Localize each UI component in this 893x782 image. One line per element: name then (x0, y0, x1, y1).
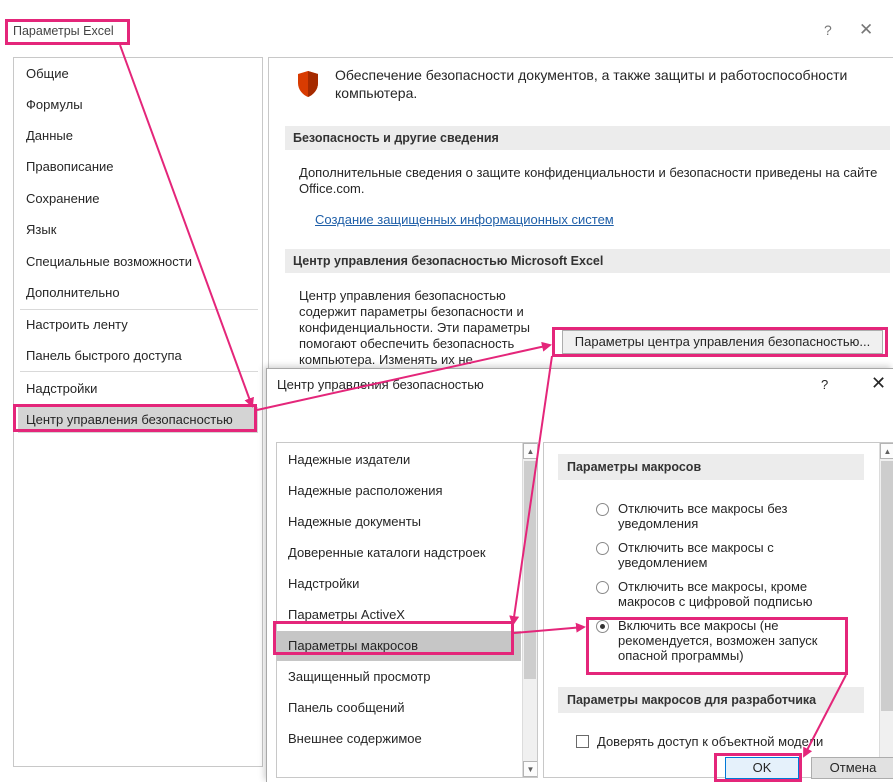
help-button[interactable]: ? (824, 22, 832, 38)
tc-nav-trusted-documents[interactable]: Надежные документы (277, 507, 521, 537)
tc-nav-trusted-catalogs[interactable]: Доверенные каталоги надстроек (277, 538, 521, 568)
section-trust-center: Центр управления безопасностью Microsoft… (285, 249, 890, 273)
scroll-thumb[interactable] (881, 461, 893, 711)
secure-systems-link[interactable]: Создание защищенных информационных систе… (315, 212, 614, 227)
trust-center-nav: Надежные издатели Надежные расположения … (276, 442, 538, 778)
nav-separator (20, 371, 258, 372)
tc-nav-external-content[interactable]: Внешнее содержимое (277, 724, 521, 754)
trust-center-content: Параметры макросов Отключить все макросы… (543, 442, 893, 778)
close-button[interactable]: ✕ (859, 20, 873, 40)
cancel-button[interactable]: Отмена (811, 757, 893, 779)
nav-scrollbar[interactable]: ▲ ▼ (522, 443, 537, 777)
nav-item-general[interactable]: Общие (14, 61, 262, 87)
developer-macro-section: Параметры макросов для разработчика (558, 687, 864, 713)
scroll-down-icon[interactable]: ▼ (523, 761, 537, 777)
radio-button[interactable] (596, 542, 609, 555)
tc-nav-trusted-publishers[interactable]: Надежные издатели (277, 445, 521, 475)
tc-nav-trusted-locations[interactable]: Надежные расположения (277, 476, 521, 506)
ok-button[interactable]: OK (725, 757, 799, 779)
nav-item-data[interactable]: Данные (14, 123, 262, 149)
nav-separator (20, 309, 258, 310)
nav-item-customize-ribbon[interactable]: Настроить ленту (14, 312, 262, 338)
nav-item-trust-center[interactable]: Центр управления безопасностью (18, 407, 258, 433)
macro-option-disable-notify[interactable]: Отключить все макросы с уведомлением (596, 540, 854, 572)
security-info-text: Дополнительные сведения о защите конфиде… (299, 165, 878, 196)
trust-center-title: Центр управления безопасностью (277, 377, 484, 392)
macro-option-enable-all[interactable]: Включить все макросы (не рекомендуется, … (596, 618, 854, 666)
trust-center-close-button[interactable]: ✕ (871, 373, 886, 394)
nav-item-proofing[interactable]: Правописание (14, 154, 262, 180)
content-scrollbar[interactable]: ▲ ▼ (879, 443, 893, 777)
trust-center-settings-button[interactable]: Параметры центра управления безопасность… (562, 330, 883, 354)
nav-item-addins[interactable]: Надстройки (14, 376, 262, 402)
macro-option-disable-no-notify[interactable]: Отключить все макросы без уведомления (596, 501, 854, 533)
security-heading: Обеспечение безопасности документов, а т… (335, 67, 848, 101)
macro-settings-section: Параметры макросов (558, 454, 864, 480)
tc-nav-macro-settings[interactable]: Параметры макросов (277, 631, 521, 661)
excel-options-title: Параметры Excel (13, 24, 114, 38)
vba-trust-checkbox[interactable] (576, 735, 589, 748)
nav-item-advanced[interactable]: Дополнительно (14, 280, 262, 306)
scroll-up-icon[interactable]: ▲ (880, 443, 893, 459)
nav-item-save[interactable]: Сохранение (14, 186, 262, 212)
nav-item-quick-access[interactable]: Панель быстрого доступа (14, 343, 262, 369)
tc-nav-message-bar[interactable]: Панель сообщений (277, 693, 521, 723)
nav-item-accessibility[interactable]: Специальные возможности (14, 249, 262, 275)
scroll-thumb[interactable] (524, 461, 536, 679)
scroll-up-icon[interactable]: ▲ (523, 443, 537, 459)
excel-options-nav: Общие Формулы Данные Правописание Сохран… (13, 57, 263, 767)
excel-options-content: Обеспечение безопасности документов, а т… (268, 57, 893, 383)
vba-trust-label: Доверять доступ к объектной модели (597, 734, 824, 749)
tc-nav-protected-view[interactable]: Защищенный просмотр (277, 662, 521, 692)
radio-button-checked[interactable] (596, 620, 609, 633)
trust-center-help-button[interactable]: ? (821, 377, 828, 392)
tc-nav-activex[interactable]: Параметры ActiveX (277, 600, 521, 630)
trust-center-dialog: Центр управления безопасностью ? ✕ Надеж… (266, 368, 893, 782)
shield-icon (298, 71, 318, 97)
radio-button[interactable] (596, 503, 609, 516)
nav-item-formulas[interactable]: Формулы (14, 92, 262, 118)
radio-button[interactable] (596, 581, 609, 594)
tc-nav-addins[interactable]: Надстройки (277, 569, 521, 599)
section-security-info: Безопасность и другие сведения (285, 126, 890, 150)
macro-option-disable-except-signed[interactable]: Отключить все макросы, кроме макросов с … (596, 579, 854, 611)
nav-item-language[interactable]: Язык (14, 217, 262, 243)
